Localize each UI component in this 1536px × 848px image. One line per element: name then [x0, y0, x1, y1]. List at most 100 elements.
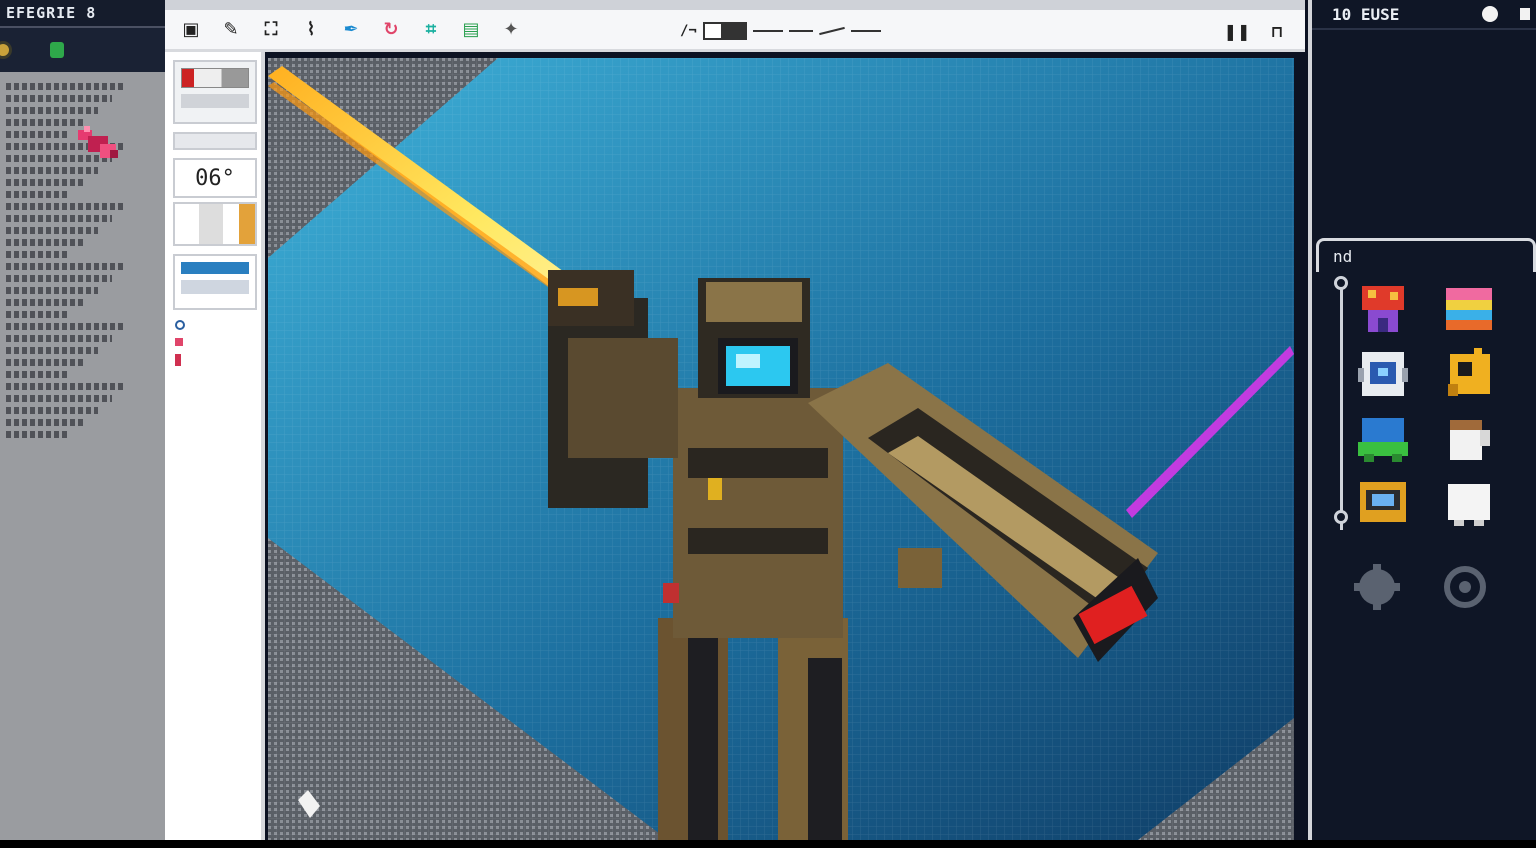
- select-icon[interactable]: ▣: [177, 17, 205, 43]
- fist-glow: [558, 288, 598, 306]
- palette-header[interactable]: nd: [1316, 238, 1536, 272]
- layer-row[interactable]: [6, 371, 70, 378]
- small-tool-icons[interactable]: [175, 320, 195, 400]
- chest-sprite[interactable]: [1354, 476, 1412, 530]
- gear-icon[interactable]: [0, 41, 12, 59]
- layer-row[interactable]: [6, 311, 70, 318]
- wand-icon[interactable]: ✦: [497, 17, 525, 43]
- layer-row[interactable]: [6, 167, 98, 174]
- gun-hand: [898, 548, 942, 588]
- layer-row[interactable]: [6, 215, 112, 222]
- red-marker-icon[interactable]: [175, 354, 181, 366]
- layer-row[interactable]: [6, 191, 70, 198]
- layer-row[interactable]: [6, 299, 84, 306]
- gear-sprite[interactable]: [1348, 560, 1406, 614]
- stroke-option[interactable]: [819, 26, 845, 36]
- artwork: [268, 58, 1294, 840]
- layer-row[interactable]: [6, 107, 98, 114]
- yellow-block-sprite[interactable]: [1440, 348, 1498, 402]
- pouch: [663, 583, 679, 603]
- layers-list[interactable]: [0, 78, 160, 438]
- layer-row[interactable]: [6, 95, 112, 102]
- frame-option-icon[interactable]: [702, 22, 747, 40]
- tool-options[interactable]: /¬: [680, 22, 881, 40]
- panel-close-icon[interactable]: [1520, 8, 1530, 20]
- layer-row[interactable]: [6, 131, 70, 138]
- stroke-option[interactable]: [850, 30, 881, 32]
- brush-preview[interactable]: [173, 60, 257, 124]
- fill-icon[interactable]: ⛶: [257, 17, 285, 43]
- brush-slider[interactable]: [181, 94, 249, 108]
- layer-row[interactable]: [6, 335, 112, 342]
- rainbow-cake-sprite[interactable]: [1440, 282, 1498, 336]
- right-leg-shadow: [808, 658, 842, 840]
- frame-preview[interactable]: [173, 254, 257, 310]
- layer-row[interactable]: [6, 83, 126, 90]
- pen-option-icon[interactable]: /¬: [680, 23, 697, 39]
- right-panel: 10 EUSE nd: [1308, 0, 1536, 840]
- layer-row[interactable]: [6, 263, 126, 270]
- lock-icon[interactable]: ⊓: [1263, 18, 1291, 44]
- pause-icon[interactable]: ❚❚: [1223, 18, 1251, 44]
- layer-row[interactable]: [6, 227, 98, 234]
- frame-preview-bar: [181, 280, 249, 294]
- stroke-option[interactable]: [752, 30, 783, 32]
- visor-glint: [736, 354, 760, 368]
- layer-row[interactable]: [6, 431, 70, 438]
- layer-row[interactable]: [6, 251, 70, 258]
- helmet-top: [706, 282, 802, 322]
- layer-row[interactable]: [6, 203, 126, 210]
- robot-head-sprite[interactable]: [1354, 348, 1412, 402]
- brush-icon[interactable]: ✎: [217, 17, 245, 43]
- tool-strip: 06°: [165, 52, 265, 840]
- layer-icon[interactable]: [50, 42, 64, 58]
- slider-bottom-knob[interactable]: [1334, 510, 1348, 524]
- crop-icon[interactable]: ⌗: [417, 17, 445, 43]
- left-leg-shadow: [688, 638, 718, 840]
- white-blob-sprite[interactable]: [1440, 476, 1498, 530]
- zoom-indicator[interactable]: 06°: [173, 158, 257, 198]
- layer-row[interactable]: [6, 419, 84, 426]
- color-slots[interactable]: [173, 202, 257, 246]
- brush-swatch: [181, 68, 249, 88]
- layer-row[interactable]: [6, 383, 126, 390]
- left-panel-title: EFEGRIE 8: [0, 0, 165, 28]
- pink-dot-icon[interactable]: [175, 338, 183, 346]
- layer-row[interactable]: [6, 347, 98, 354]
- layer-row[interactable]: [6, 179, 84, 186]
- green-creature-sprite[interactable]: [1354, 412, 1412, 466]
- drawing-canvas[interactable]: [268, 58, 1294, 840]
- layer-row[interactable]: [6, 359, 84, 366]
- image-icon[interactable]: ▤: [457, 17, 485, 43]
- layer-row[interactable]: [6, 323, 126, 330]
- circle-tool-icon[interactable]: [175, 320, 185, 330]
- mug-sprite[interactable]: [1440, 412, 1498, 466]
- layer-row[interactable]: [6, 407, 98, 414]
- pixel-editor-window: EFEGRIE 8 ▣ ✎ ⛶ ⌇ ✒ ↻ ⌗ ▤ ✦ /¬ ❚❚ ⊓ 06° …: [0, 0, 1536, 848]
- eyedropper-icon[interactable]: ⌇: [297, 17, 325, 43]
- stroke-option[interactable]: [788, 30, 813, 32]
- panel-toggle-icon[interactable]: [1482, 6, 1498, 22]
- toolbar-right: ❚❚ ⊓: [1223, 18, 1291, 44]
- main-toolbar: ▣ ✎ ⛶ ⌇ ✒ ↻ ⌗ ▤ ✦ /¬ ❚❚ ⊓: [165, 0, 1305, 52]
- layer-row[interactable]: [6, 287, 98, 294]
- belt: [688, 528, 828, 554]
- tool-buttons: ▣ ✎ ⛶ ⌇ ✒ ↻ ⌗ ▤ ✦: [177, 17, 525, 43]
- frame-preview-bar: [181, 262, 249, 274]
- palette-slider[interactable]: [1334, 276, 1348, 530]
- layer-row[interactable]: [6, 239, 84, 246]
- rotate-icon[interactable]: ↻: [377, 17, 405, 43]
- layer-row[interactable]: [6, 395, 112, 402]
- swirl-sprite[interactable]: [1436, 560, 1494, 614]
- right-panel-title: 10 EUSE: [1312, 0, 1536, 30]
- torso: [673, 388, 843, 638]
- layer-row[interactable]: [6, 275, 112, 282]
- layer-thumbnail[interactable]: [70, 120, 130, 168]
- badge: [708, 478, 722, 500]
- mushroom-house-sprite[interactable]: [1354, 282, 1412, 336]
- raised-arm-sleeve: [568, 338, 678, 458]
- chest-strap: [688, 448, 828, 478]
- size-preview[interactable]: [173, 132, 257, 150]
- slider-top-knob[interactable]: [1334, 276, 1348, 290]
- pen-icon[interactable]: ✒: [337, 17, 365, 43]
